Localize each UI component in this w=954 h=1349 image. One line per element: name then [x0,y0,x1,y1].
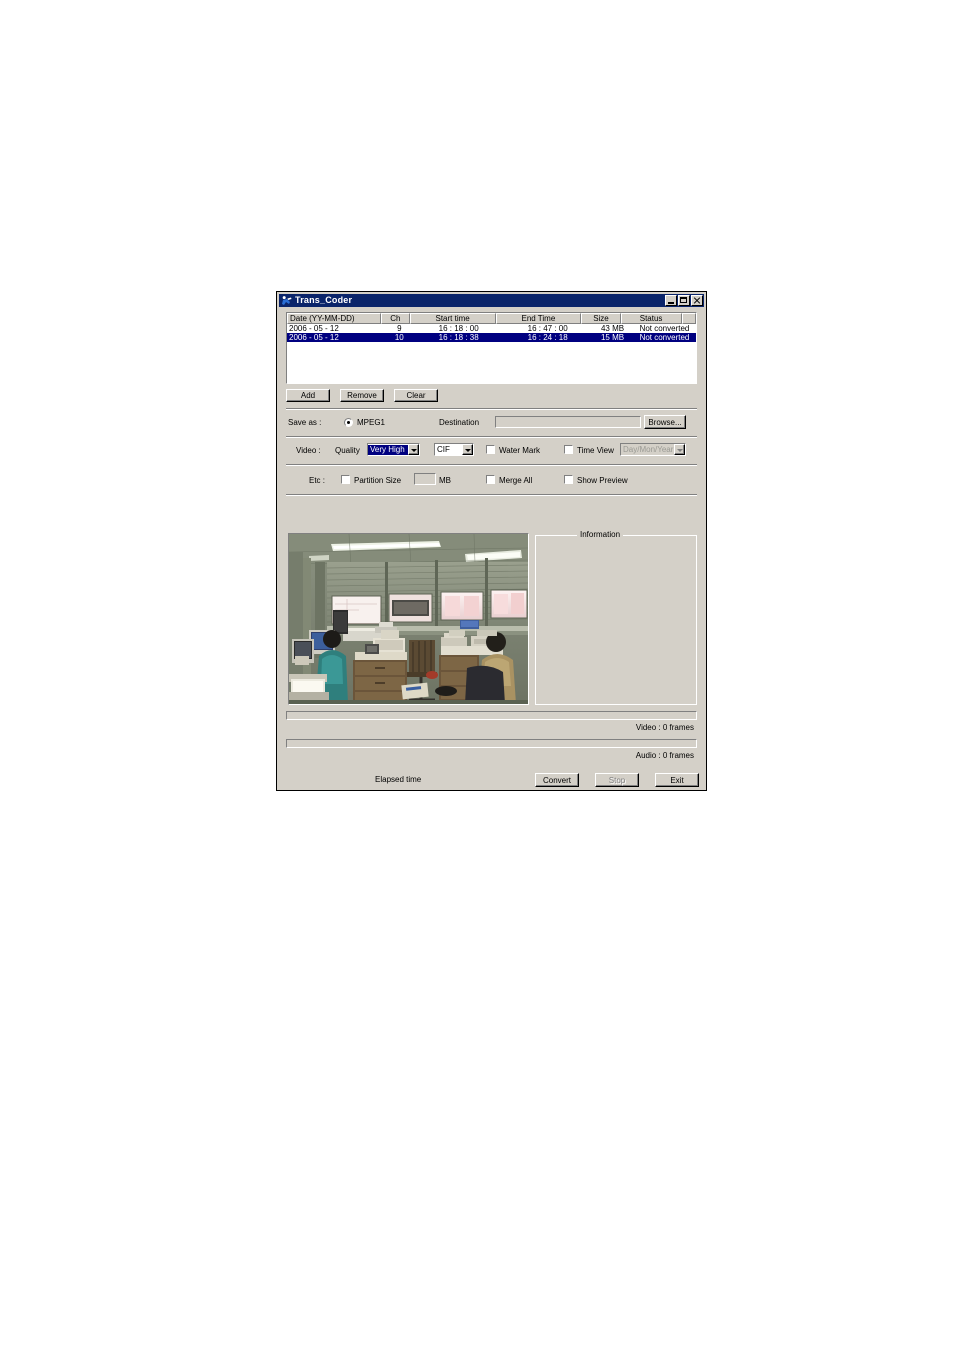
quality-value: Very High [368,444,408,455]
window-controls [665,295,703,306]
cell-status: Not converted [639,324,690,333]
water-mark-label: Water Mark [499,446,541,455]
chevron-down-icon[interactable] [674,444,685,455]
cell-ch: 9 [397,324,402,333]
column-header-filler [681,313,696,324]
time-format-value: Day/Mon/Year [623,444,674,454]
information-body [540,544,692,700]
page-canvas: Trans_Coder Date (YY-MM-DD) Ch Start tim… [0,0,954,1349]
save-as-label: Save as : [288,418,322,427]
browse-button[interactable]: Browse... [644,415,686,429]
file-list-rows: 2006 - 05 - 12 9 16 : 18 : 00 16 : 47 : … [287,324,696,342]
quality-select[interactable]: Very High [367,443,420,456]
etc-label: Etc : [309,476,326,485]
cell-start: 16 : 18 : 38 [438,333,479,342]
partition-size-label: Partition Size [354,476,402,485]
destination-label: Destination [439,418,480,427]
resolution-select[interactable]: CIF [434,443,474,456]
window-client-area: Date (YY-MM-DD) Ch Start time End Time S… [279,307,704,788]
exit-button[interactable]: Exit [655,773,699,787]
chevron-down-icon[interactable] [408,444,419,455]
column-header-start[interactable]: Start time [409,313,496,324]
table-row[interactable]: 2006 - 05 - 12 10 16 : 18 : 38 16 : 24 :… [287,333,696,342]
column-header-ch[interactable]: Ch [381,313,410,324]
action-buttons: Convert Stop Exit [535,773,699,787]
information-title: Information [577,530,624,540]
file-list[interactable]: Date (YY-MM-DD) Ch Start time End Time S… [286,312,697,384]
video-progress-bar [286,711,697,720]
title-bar[interactable]: Trans_Coder [279,294,704,307]
quality-label: Quality [335,446,360,455]
maximize-icon[interactable] [678,295,690,306]
transcoder-app-icon [281,295,292,306]
close-icon[interactable] [691,295,703,306]
partition-unit-label: MB [439,476,451,485]
show-preview-checkbox[interactable] [564,475,573,484]
merge-all-checkbox[interactable] [486,475,495,484]
time-format-select[interactable]: Day/Mon/Year [620,443,686,456]
partition-size-checkbox[interactable] [341,475,350,484]
partition-size-input[interactable] [414,473,436,485]
clear-button[interactable]: Clear [394,389,438,402]
convert-button[interactable]: Convert [535,773,579,787]
resolution-value: CIF [437,444,450,454]
table-row[interactable]: 2006 - 05 - 12 9 16 : 18 : 00 16 : 47 : … [287,324,696,333]
cell-size: 15 MB [600,333,625,342]
information-panel: Information [535,530,697,705]
column-header-status[interactable]: Status [620,313,682,324]
elapsed-time-label: Elapsed time [375,775,422,784]
list-action-buttons: Add Remove Clear [286,389,438,402]
column-header-end[interactable]: End Time [495,313,582,324]
office-cctv-still [289,534,528,704]
water-mark-checkbox[interactable] [486,445,495,454]
cell-end: 16 : 47 : 00 [527,324,568,333]
cell-ch: 10 [394,333,404,342]
column-header-date[interactable]: Date (YY-MM-DD) [287,313,381,324]
time-view-label: Time View [577,446,614,455]
cell-date: 2006 - 05 - 12 [289,324,339,333]
cell-date: 2006 - 05 - 12 [289,333,339,342]
audio-progress-bar [286,739,697,748]
video-preview[interactable] [288,533,529,705]
divider-4 [286,494,697,496]
cell-end: 16 : 24 : 18 [527,333,568,342]
format-option-label: MPEG1 [357,418,386,427]
cell-size: 43 MB [600,324,625,333]
show-preview-label: Show Preview [577,476,628,485]
video-progress-label: Video : 0 frames [635,723,694,732]
stop-button: Stop [595,773,639,787]
trans-coder-window: Trans_Coder Date (YY-MM-DD) Ch Start tim… [277,292,706,790]
file-list-header: Date (YY-MM-DD) Ch Start time End Time S… [287,313,696,324]
column-header-size[interactable]: Size [581,313,621,324]
minimize-icon[interactable] [665,295,677,306]
window-title: Trans_Coder [295,295,353,305]
cell-status: Not converted [639,333,690,342]
divider-1 [286,408,697,410]
destination-input[interactable] [495,416,641,428]
merge-all-label: Merge All [499,476,533,485]
video-label: Video : [296,446,321,455]
remove-button[interactable]: Remove [340,389,384,402]
divider-3 [286,464,697,466]
add-button[interactable]: Add [286,389,330,402]
chevron-down-icon[interactable] [462,444,473,455]
time-view-checkbox[interactable] [564,445,573,454]
audio-progress-label: Audio : 0 frames [635,751,694,760]
cell-start: 16 : 18 : 00 [438,324,479,333]
divider-2 [286,436,697,438]
format-radio-mpeg1[interactable] [344,418,353,427]
